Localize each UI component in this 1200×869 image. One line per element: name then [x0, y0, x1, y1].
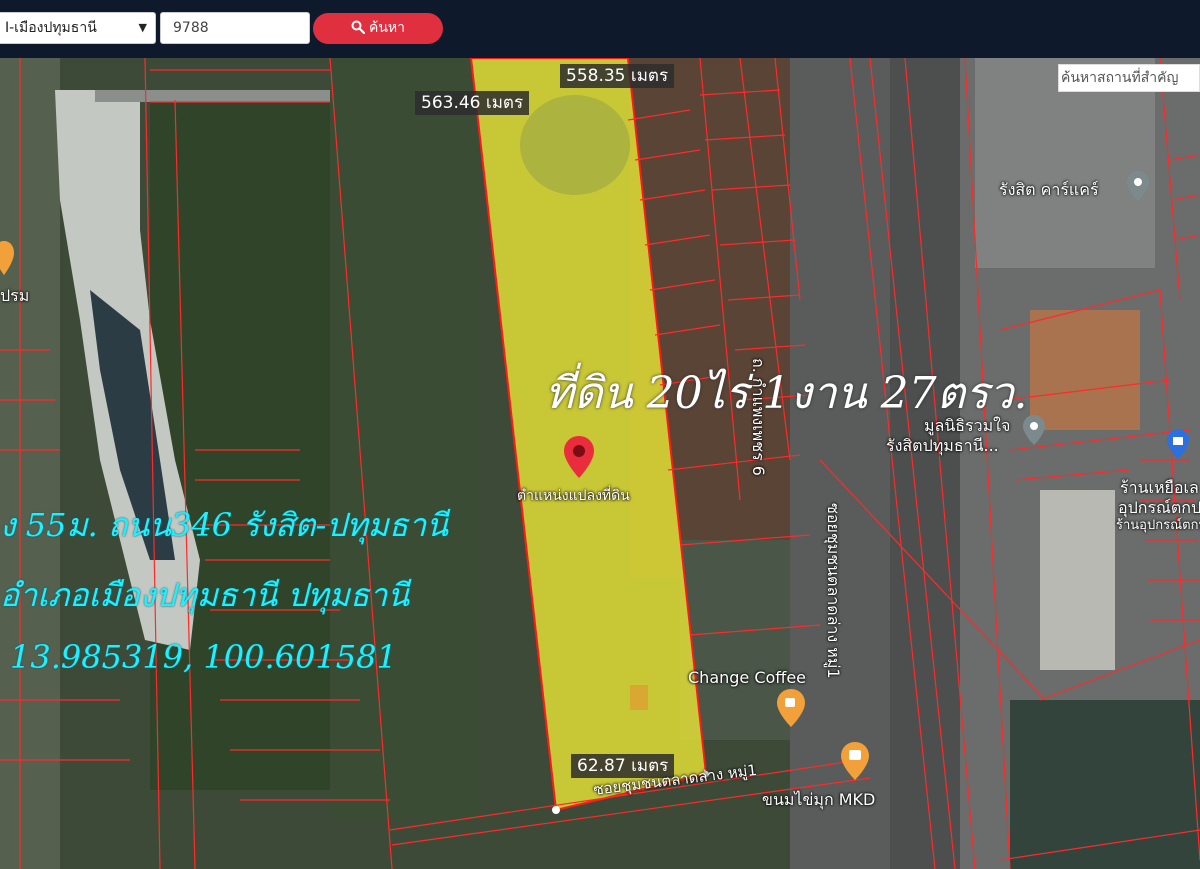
location-pin-icon[interactable]	[562, 434, 596, 480]
parcel-number-input[interactable]: 9788	[160, 12, 310, 44]
pin-label: ตำแหน่งแปลงที่ดิน	[517, 488, 630, 504]
poi-change-coffee: Change Coffee	[688, 668, 807, 687]
address-line-1: ง 55ม. ถนน346 รังสิต-ปทุมธานี	[0, 506, 449, 544]
satellite-map[interactable]: 558.35 เมตร 563.46 เมตร 62.87 เมตร ค้นหา…	[0, 58, 1200, 869]
poi-car-care: รังสิต คาร์แคร์	[999, 180, 1099, 199]
search-button[interactable]: ค้นหา	[313, 13, 443, 44]
poi-foundation-line2: รังสิตปทุมธานี...	[886, 436, 999, 455]
shopping-pin-icon	[1167, 429, 1189, 459]
food-pin-icon	[0, 241, 14, 275]
measure-top-edge: 558.35 เมตร	[560, 64, 675, 88]
district-select[interactable]: I-เมืองปทุมธานี ▼	[0, 12, 156, 44]
map-pin-icon	[1127, 171, 1149, 201]
top-toolbar: I-เมืองปทุมธานี ▼ 9788 ค้นหา	[0, 0, 1200, 58]
chevron-down-icon: ▼	[138, 21, 147, 34]
road-soi-vertical: ซอยชุมชนตลาดล่าง หมู่1	[824, 503, 843, 679]
district-value: I-เมืองปทุมธานี	[5, 20, 97, 36]
food-pin-icon	[841, 742, 869, 780]
search-icon	[351, 20, 366, 35]
land-size-title: ที่ดิน 20ไร่ 1งาน 27ตรว.	[545, 368, 1028, 419]
poi-shop-line3: ร้านอุปกรณ์ตกปล	[1116, 518, 1200, 533]
measure-left-edge: 563.46 เมตร	[415, 91, 530, 115]
poi-mkd: ขนมไข่มุก MKD	[762, 790, 876, 809]
poi-left-place: ปรม	[0, 286, 30, 305]
cafe-pin-icon	[777, 689, 805, 727]
search-button-label: ค้นหา	[368, 20, 406, 36]
address-line-2: อำเภอเมืองปทุมธานี ปทุมธานี	[0, 576, 410, 614]
place-search-input[interactable]: ค้นหาสถานที่สำคัญ	[1058, 64, 1200, 92]
coordinates-line: 13.985319, 100.601581	[10, 638, 397, 676]
